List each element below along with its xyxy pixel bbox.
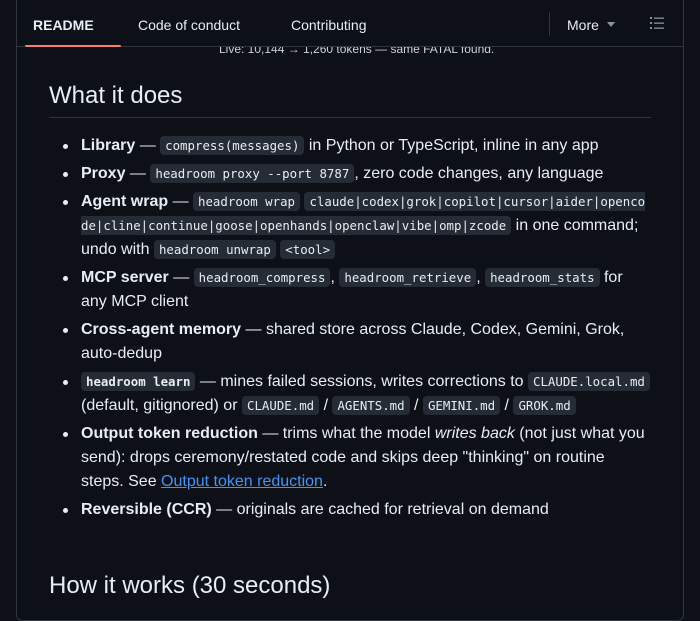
feature-text: , zero code changes, any language xyxy=(354,165,604,182)
list-item-output-token-reduction: Output token reduction — trims what the … xyxy=(63,422,651,494)
inline-code: headroom unwrap xyxy=(153,240,276,259)
feature-list: Library — compress(messages) in Python o… xyxy=(49,134,651,526)
readme-tab-bar: README Code of conduct Contributing More xyxy=(17,0,683,47)
list-item-headroom-learn: headroom learn — mines failed sessions, … xyxy=(63,370,651,418)
inline-code: <tool> xyxy=(280,240,336,259)
feature-text: — mines failed sessions, writes correcti… xyxy=(195,373,528,390)
list-item-cross-agent-memory: Cross-agent memory — shared store across… xyxy=(63,318,651,366)
list-item-mcp-server: MCP server — headroom_compress, headroom… xyxy=(63,266,651,314)
separator: — xyxy=(168,269,194,286)
inline-code: GROK.md xyxy=(513,396,576,415)
output-token-reduction-link[interactable]: Output token reduction xyxy=(161,473,323,490)
inline-code: headroom_retrieve xyxy=(339,268,477,287)
feature-label: Agent wrap xyxy=(81,193,169,210)
list-item-proxy: Proxy — headroom proxy --port 8787, zero… xyxy=(63,162,651,186)
inline-code: compress(messages) xyxy=(160,136,305,155)
feature-label: Library xyxy=(81,137,136,154)
separator: / xyxy=(500,397,514,414)
list-item-reversible: Reversible (CCR) — originals are cached … xyxy=(63,498,651,522)
separator: / xyxy=(409,397,423,414)
active-tab-indicator xyxy=(25,45,121,47)
tab-contributing[interactable]: Contributing xyxy=(291,0,367,46)
inline-code: AGENTS.md xyxy=(332,396,410,415)
feature-text: in Python or TypeScript, inline in any a… xyxy=(304,137,599,154)
tab-code-of-conduct[interactable]: Code of conduct xyxy=(138,0,240,46)
more-dropdown-button[interactable]: More xyxy=(567,0,615,46)
section-heading-how-it-works: How it works (30 seconds) xyxy=(49,572,331,599)
readme-panel: README Code of conduct Contributing More… xyxy=(16,0,684,621)
feature-label: Proxy xyxy=(81,165,126,182)
feature-label: Output token reduction xyxy=(81,425,258,442)
feature-text: — originals are cached for retrieval on … xyxy=(211,501,549,518)
feature-label: MCP server xyxy=(81,269,169,286)
separator: — xyxy=(168,193,194,210)
feature-text: (default, gitignored) or xyxy=(81,397,242,414)
section-heading-what-it-does: What it does xyxy=(49,82,651,118)
feature-text: . xyxy=(322,473,328,490)
more-label: More xyxy=(567,17,599,33)
tabs-divider xyxy=(549,12,550,36)
separator: , xyxy=(476,269,486,286)
feature-text: — trims what the model xyxy=(257,425,435,442)
inline-code: CLAUDE.md xyxy=(241,396,320,415)
inline-code: headroom_stats xyxy=(485,268,600,287)
emphasis-text: writes back xyxy=(434,425,515,442)
separator: — xyxy=(135,137,161,154)
separator: — xyxy=(125,165,151,182)
list-outline-icon[interactable] xyxy=(649,15,665,31)
inline-code: headroom proxy --port 8787 xyxy=(150,164,355,183)
separator: / xyxy=(319,397,333,414)
inline-code: CLAUDE.local.md xyxy=(528,372,650,391)
inline-code: GEMINI.md xyxy=(422,396,501,415)
list-item-library: Library — compress(messages) in Python o… xyxy=(63,134,651,158)
tab-readme[interactable]: README xyxy=(33,0,94,46)
inline-code: headroom wrap xyxy=(193,192,300,211)
inline-code: headroom learn xyxy=(81,372,196,391)
feature-label: Cross-agent memory xyxy=(81,321,242,338)
inline-code: headroom_compress xyxy=(193,268,331,287)
chevron-down-icon xyxy=(606,21,615,27)
list-item-agent-wrap: Agent wrap — headroom wrap claude|codex|… xyxy=(63,190,651,262)
feature-label: Reversible (CCR) xyxy=(81,501,212,518)
